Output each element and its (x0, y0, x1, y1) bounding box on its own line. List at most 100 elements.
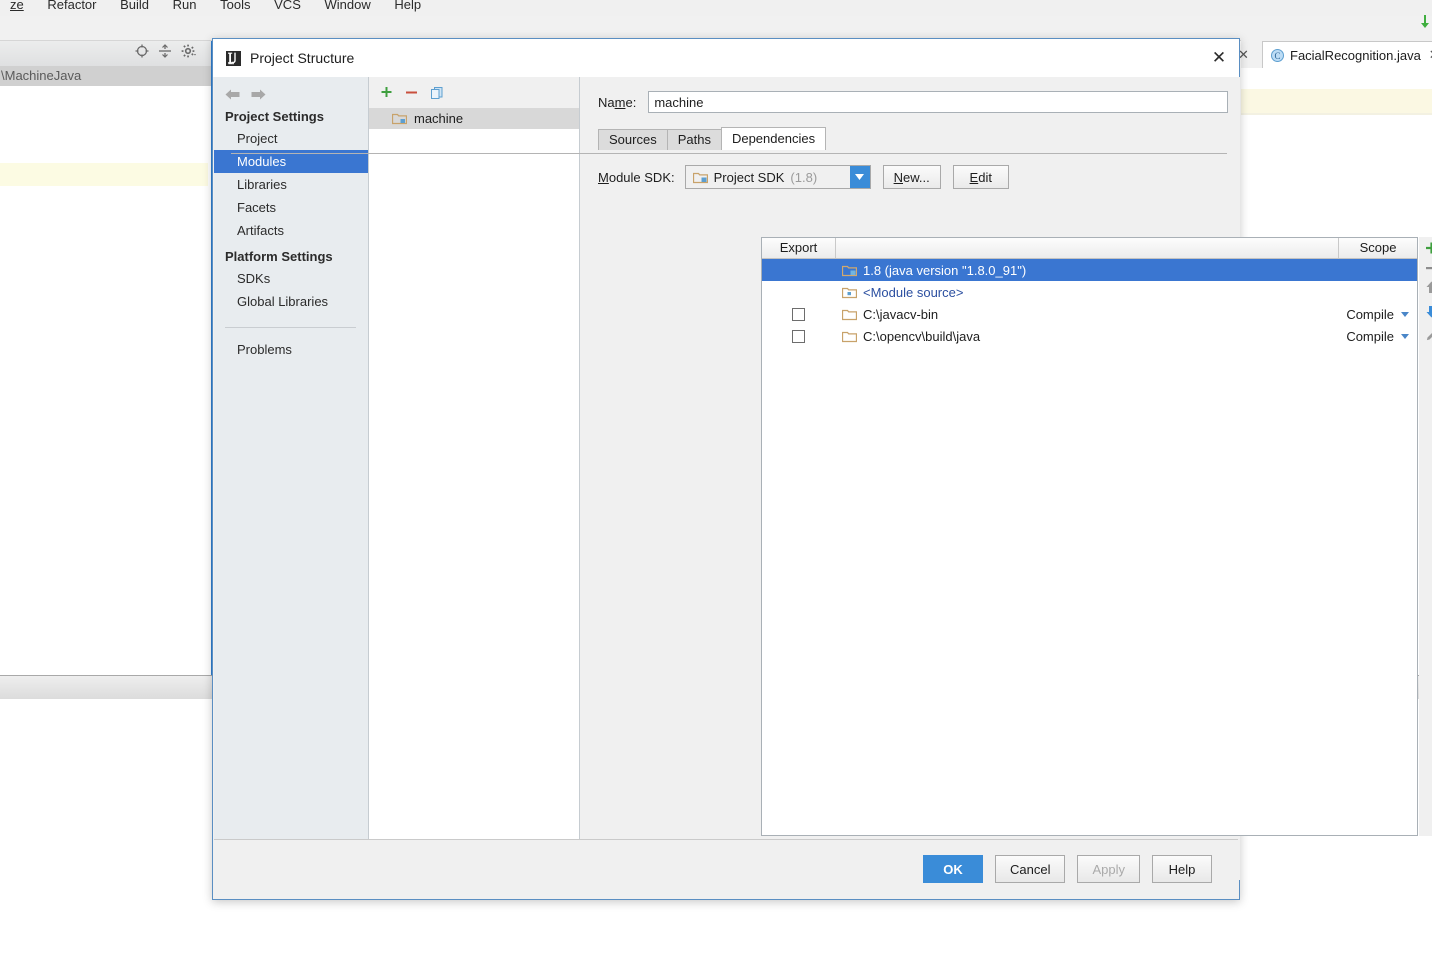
arrow-up-button[interactable] (1424, 280, 1432, 295)
editor-line-marker-right (1241, 113, 1432, 115)
green-down-arrow-icon[interactable] (1419, 14, 1431, 33)
export-checkbox[interactable] (792, 329, 805, 343)
add-dependency-button[interactable] (1424, 241, 1432, 256)
module-list-item-machine[interactable]: machine (369, 108, 579, 129)
dependencies-table-header: Export Scope (762, 238, 1417, 259)
scope-cell[interactable]: Compile (1331, 329, 1417, 344)
dependency-label: <Module source> (863, 284, 964, 300)
module-sdk-combobox[interactable]: Project SDK (1.8) (684, 165, 871, 189)
table-row[interactable]: C:\javacv-bin Compile (762, 303, 1417, 325)
sdk-folder-icon (692, 171, 708, 184)
module-sdk-version: (1.8) (790, 169, 818, 185)
export-cell (762, 307, 835, 321)
sidebar-item-facets[interactable]: Facets (214, 196, 368, 219)
dependency-label: 1.8 (java version "1.8.0_91") (863, 262, 1027, 278)
export-checkbox[interactable] (792, 307, 805, 321)
export-cell (762, 329, 835, 343)
module-sdk-row: Module SDK: Project SDK (1.8) New... Edi… (598, 165, 1240, 189)
menu-item-vcs[interactable]: VCS (264, 0, 311, 13)
menu-item-build[interactable]: Build (110, 0, 159, 13)
project-tool-window-actions (135, 44, 197, 58)
close-icon[interactable]: ✕ (1205, 45, 1233, 71)
module-name-label: machine (414, 111, 464, 126)
column-header-name[interactable] (836, 238, 1339, 258)
name-label: Name: (598, 94, 637, 110)
column-header-export[interactable]: Export (762, 238, 836, 258)
folder-icon (841, 330, 858, 343)
nav-section-platform-settings: Platform Settings (225, 249, 333, 264)
dependency-name-cell: <Module source> (835, 285, 1331, 300)
scope-cell[interactable]: Compile (1331, 307, 1417, 322)
dependency-label: C:\javacv-bin (863, 306, 939, 322)
collapse-all-icon[interactable] (158, 44, 172, 58)
sidebar-item-global-libraries[interactable]: Global Libraries (214, 290, 368, 313)
ok-button[interactable]: OK (923, 855, 983, 883)
java-class-icon: C (1271, 48, 1284, 62)
copy-module-button[interactable] (430, 86, 444, 100)
menu-item-run[interactable]: Run (163, 0, 207, 13)
menu-item-ze[interactable]: ze (0, 0, 34, 13)
sidebar-item-artifacts[interactable]: Artifacts (214, 219, 368, 242)
tab-paths[interactable]: Paths (666, 129, 722, 150)
edit-sdk-button[interactable]: Edit (952, 165, 1009, 189)
module-sdk-value: Project SDK (713, 169, 785, 185)
table-row[interactable]: 1.8 (java version "1.8.0_91") (762, 259, 1417, 281)
dependency-name-cell: 1.8 (java version "1.8.0_91") (835, 263, 1331, 278)
module-sdk-label: Module SDK: (598, 169, 675, 185)
menu-item-tools[interactable]: Tools (210, 0, 260, 13)
sdk-folder-icon (841, 264, 858, 277)
back-arrow-icon[interactable] (224, 87, 241, 102)
table-row[interactable]: C:\opencv\build\java Compile (762, 325, 1417, 347)
nav-section-project-settings: Project Settings (225, 109, 324, 124)
editor-highlighted-line-left (0, 163, 208, 186)
locate-target-icon[interactable] (135, 44, 149, 58)
sidebar-item-problems[interactable]: Problems (214, 338, 368, 361)
tab-dependencies[interactable]: Dependencies (720, 127, 827, 150)
scope-value: Compile (1346, 328, 1394, 344)
editor-tab-facialrecognition[interactable]: C FacialRecognition.java ✕ (1262, 41, 1432, 68)
dependencies-side-toolbar (1419, 237, 1432, 836)
modules-toolbar (369, 77, 579, 108)
menu-item-refactor[interactable]: Refactor (37, 0, 106, 13)
dialog-title: Project Structure (250, 50, 355, 66)
nav-divider (225, 327, 356, 328)
chevron-down-icon[interactable] (1401, 333, 1409, 339)
sidebar-item-libraries[interactable]: Libraries (214, 173, 368, 196)
dialog-title-bar: Project Structure ✕ (213, 39, 1239, 77)
dependency-name-cell: C:\opencv\build\java (835, 329, 1331, 344)
forward-arrow-icon[interactable] (250, 87, 267, 102)
tab-sources[interactable]: Sources (598, 129, 668, 150)
new-sdk-button[interactable]: New... (882, 165, 941, 189)
module-tab-bar: Sources Paths Dependencies (598, 127, 1240, 150)
column-header-scope[interactable]: Scope (1339, 238, 1417, 258)
chevron-down-icon[interactable] (1401, 311, 1409, 317)
intellij-idea-icon (225, 50, 241, 66)
ide-menu-bar: ze Refactor Build Run Tools VCS Window H… (0, 0, 1432, 16)
remove-dependency-button[interactable] (1424, 265, 1432, 271)
editor-tab-label: FacialRecognition.java (1290, 47, 1421, 63)
menu-item-window[interactable]: Window (315, 0, 381, 13)
table-row[interactable]: <Module source> (762, 281, 1417, 303)
help-button[interactable]: Help (1152, 855, 1212, 883)
nav-arrow-group (214, 77, 368, 102)
apply-button: Apply (1077, 855, 1140, 883)
dependency-name-cell: C:\javacv-bin (835, 307, 1331, 322)
modules-panel: machine (369, 77, 580, 880)
settings-gear-icon[interactable] (181, 44, 197, 58)
module-name-row: Name: (580, 77, 1240, 113)
dependencies-table: Export Scope 1.8 (java version "1.8.0_91… (761, 237, 1418, 836)
module-folder-icon (391, 112, 408, 125)
menu-item-help[interactable]: Help (384, 0, 431, 13)
sidebar-item-project[interactable]: Project (214, 127, 368, 150)
add-module-button[interactable] (380, 86, 393, 99)
arrow-down-button[interactable] (1424, 304, 1432, 319)
remove-module-button[interactable] (405, 86, 418, 99)
edit-dependency-button[interactable] (1424, 328, 1432, 343)
cancel-button[interactable]: Cancel (995, 855, 1066, 883)
folder-icon (841, 308, 858, 321)
sidebar-item-sdks[interactable]: SDKs (214, 267, 368, 290)
module-name-input[interactable] (648, 91, 1228, 113)
chevron-down-icon[interactable] (849, 166, 870, 188)
scope-value: Compile (1346, 306, 1394, 322)
dialog-footer: OK Cancel Apply Help (214, 839, 1238, 898)
